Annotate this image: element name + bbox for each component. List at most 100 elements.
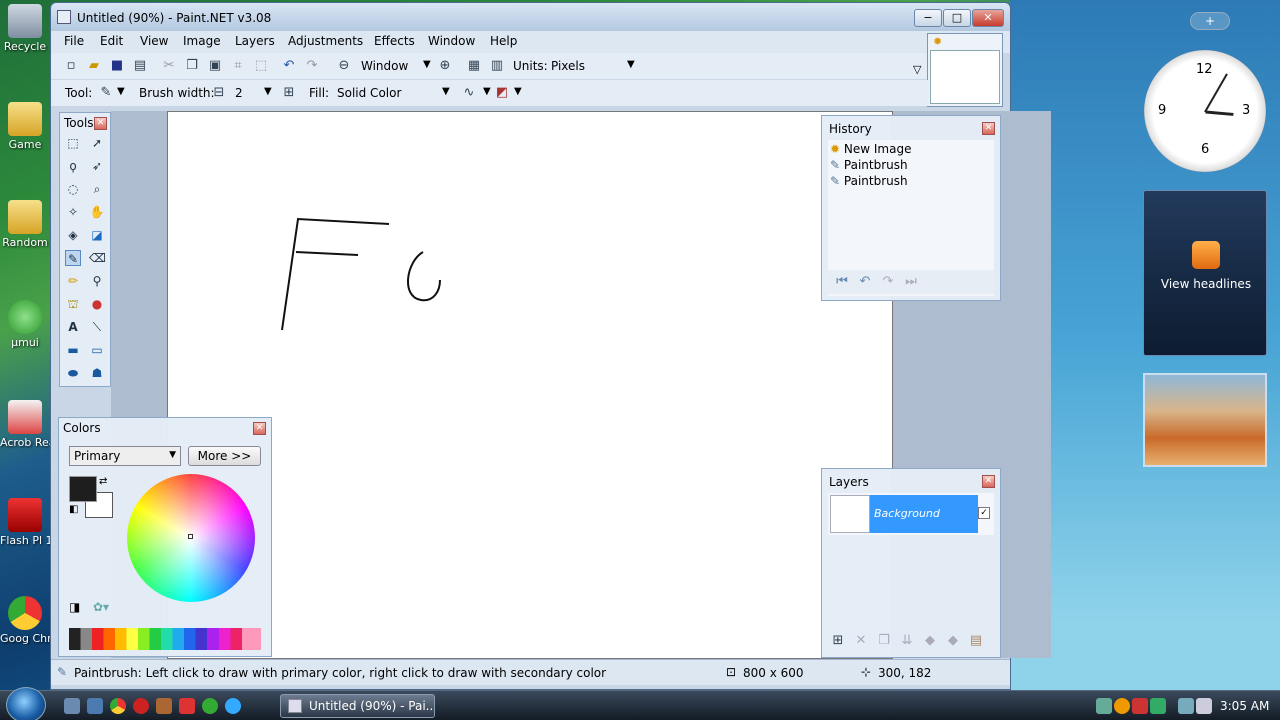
start-button[interactable] [6, 687, 46, 720]
gradient-tool-icon[interactable]: ◪ [89, 227, 105, 243]
fill-select[interactable]: Solid Color [337, 86, 401, 100]
layer-visibility-checkbox[interactable]: ✓ [978, 507, 990, 519]
zoom-dropdown-icon[interactable]: ▼ [423, 59, 431, 70]
primary-color-swatch[interactable] [69, 476, 97, 502]
new-file-icon[interactable]: ▫ [63, 58, 79, 74]
move-layer-up-icon[interactable]: ◆ [922, 633, 938, 649]
switch-windows-icon[interactable] [87, 698, 103, 714]
image-thumbnail[interactable]: ✹ [927, 33, 1003, 107]
save-icon[interactable]: ■ [109, 58, 125, 74]
menu-view[interactable]: View [140, 34, 168, 48]
history-item[interactable]: ✎ Paintbrush [830, 174, 992, 190]
desktop-icon-acrobat[interactable]: Acrob Reade [0, 400, 50, 449]
copy-icon[interactable]: ❐ [184, 58, 200, 74]
show-desktop-icon[interactable] [64, 698, 80, 714]
ellipse-select-tool-icon[interactable]: ◌ [65, 181, 81, 197]
history-panel-close-icon[interactable]: ✕ [982, 122, 995, 135]
desktop-icon-flash[interactable]: Flash Pl 11 [0, 498, 50, 547]
recolor-tool-icon[interactable]: ● [89, 296, 105, 312]
brush-width-dropdown-icon[interactable]: ▼ [264, 86, 272, 97]
taskbar-paintnet-task[interactable]: Untitled (90%) - Pai... [280, 694, 435, 718]
gimp-icon[interactable] [156, 698, 172, 714]
text-tool-icon[interactable]: A [65, 319, 81, 335]
thumbnail-toggle-icon[interactable]: ▽ [913, 63, 921, 76]
tray-shield-icon[interactable] [1114, 698, 1130, 714]
more-colors-button[interactable]: More >> [188, 446, 261, 466]
paintbrush-tool-icon[interactable]: ✎ [65, 250, 81, 266]
zoom-select[interactable]: Window [361, 59, 408, 73]
delete-layer-icon[interactable]: ✕ [853, 633, 869, 649]
redo-icon[interactable]: ↷ [304, 58, 320, 74]
brush-width-decrease-icon[interactable]: ⊟ [211, 85, 227, 101]
units-select[interactable]: Pixels [551, 59, 585, 73]
color-picker-tool-icon[interactable]: ⚲ [89, 273, 105, 289]
ruler-icon[interactable]: ▥ [489, 58, 505, 74]
swap-colors-icon[interactable]: ⇄ [99, 476, 107, 487]
zoom-out-icon[interactable]: ⊖ [336, 58, 352, 74]
layer-row-background[interactable]: Background ✓ [828, 493, 994, 535]
move-selection-tool-icon[interactable]: ➶ [89, 158, 105, 174]
history-item[interactable]: ✎ Paintbrush [830, 158, 992, 174]
rounded-rectangle-tool-icon[interactable]: ▭ [89, 342, 105, 358]
rectangle-tool-icon[interactable]: ▬ [65, 342, 81, 358]
paintnet-window[interactable]: Untitled (90%) - Paint.NET v3.08 − □ ✕ F… [50, 2, 1051, 690]
tray-volume-icon[interactable] [1196, 698, 1212, 714]
history-rewind-icon[interactable]: ⏮ [834, 274, 850, 290]
menu-file[interactable]: File [64, 34, 84, 48]
add-layer-icon[interactable]: ⊞ [830, 633, 846, 649]
blend-mode-icon[interactable]: ◩ [494, 85, 510, 101]
tray-network-icon[interactable] [1096, 698, 1112, 714]
paintbrush-tool-icon[interactable]: ✎ [98, 85, 114, 101]
clone-stamp-tool-icon[interactable]: ⛫ [65, 296, 81, 312]
tray-utorrent-icon[interactable] [1150, 698, 1166, 714]
ellipse-tool-icon[interactable]: ⬬ [65, 365, 81, 381]
close-button[interactable]: ✕ [972, 9, 1004, 27]
blend-dropdown-icon[interactable]: ▼ [514, 86, 522, 97]
line-curve-tool-icon[interactable]: ⟍ [89, 319, 105, 335]
opera-icon[interactable] [133, 698, 149, 714]
browser-quicklaunch-icon[interactable] [225, 698, 241, 714]
tray-connection-icon[interactable] [1178, 698, 1194, 714]
paint-bucket-tool-icon[interactable]: ◈ [65, 227, 81, 243]
menu-effects[interactable]: Effects [374, 34, 415, 48]
units-dropdown-icon[interactable]: ▼ [627, 59, 635, 70]
menu-help[interactable]: Help [490, 34, 517, 48]
zoom-tool-icon[interactable]: ⌕ [89, 181, 105, 197]
colors-panel-close-icon[interactable]: ✕ [253, 422, 266, 435]
color-mode-select[interactable]: Primary ▼ [69, 446, 181, 466]
crop-icon[interactable]: ⌗ [230, 58, 246, 74]
pencil-tool-icon[interactable]: ✏ [65, 273, 81, 289]
drawing-canvas[interactable] [167, 111, 893, 659]
desktop-icon-random[interactable]: Random [0, 200, 50, 249]
history-undo-icon[interactable]: ↶ [857, 274, 873, 290]
reset-colors-icon[interactable]: ◧ [69, 504, 78, 515]
open-folder-icon[interactable]: ▰ [86, 58, 102, 74]
menu-window[interactable]: Window [428, 34, 475, 48]
color-palette[interactable] [69, 628, 261, 650]
utorrent-quicklaunch-icon[interactable] [202, 698, 218, 714]
desktop-icon-recycle[interactable]: Recycle [0, 4, 50, 53]
menu-image[interactable]: Image [183, 34, 221, 48]
lasso-select-tool-icon[interactable]: ϙ [65, 158, 81, 174]
tray-clock[interactable]: 3:05 AM [1220, 699, 1269, 713]
print-icon[interactable]: ▤ [132, 58, 148, 74]
paste-icon[interactable]: ▣ [207, 58, 223, 74]
tool-dropdown-icon[interactable]: ▼ [117, 86, 125, 97]
history-fast-forward-icon[interactable]: ⏭ [903, 274, 919, 290]
palette-menu-icon[interactable]: ◨ [69, 600, 80, 614]
pan-tool-icon[interactable]: ✋ [89, 204, 105, 220]
clock-gadget[interactable]: 12 3 6 9 [1144, 50, 1266, 172]
menu-adjustments[interactable]: Adjustments [288, 34, 363, 48]
slideshow-gadget[interactable] [1143, 373, 1267, 467]
history-item[interactable]: ✹ New Image [830, 142, 992, 158]
undo-icon[interactable]: ↶ [281, 58, 297, 74]
cut-icon[interactable]: ✂ [161, 58, 177, 74]
merge-layer-down-icon[interactable]: ⇊ [899, 633, 915, 649]
menu-edit[interactable]: Edit [100, 34, 123, 48]
zoom-in-icon[interactable]: ⊕ [437, 58, 453, 74]
move-selected-pixels-tool-icon[interactable]: ➚ [89, 135, 105, 151]
rss-gadget[interactable]: View headlines [1143, 190, 1267, 356]
fill-dropdown-icon[interactable]: ▼ [442, 86, 450, 97]
freeform-shape-tool-icon[interactable]: ☗ [89, 365, 105, 381]
layers-panel-close-icon[interactable]: ✕ [982, 475, 995, 488]
